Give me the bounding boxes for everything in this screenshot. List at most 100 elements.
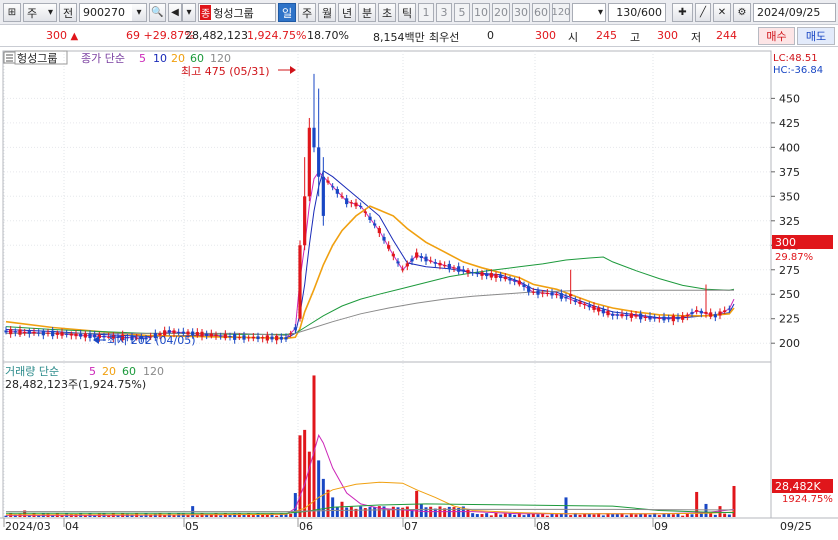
candle-body[interactable] (377, 228, 381, 234)
volume-bar[interactable] (345, 507, 349, 517)
candle-body[interactable] (699, 310, 703, 314)
candle-body[interactable] (643, 316, 647, 318)
candle-body[interactable] (475, 272, 479, 275)
interval-3-button[interactable]: 3 (436, 3, 452, 22)
candle-body[interactable] (452, 267, 456, 269)
candle-body[interactable] (438, 262, 442, 266)
candle-body[interactable] (23, 332, 27, 334)
candle-body[interactable] (471, 272, 475, 274)
candle-body[interactable] (597, 307, 601, 312)
candle-body[interactable] (69, 333, 73, 336)
add-indicator-icon[interactable]: ✚ (672, 3, 693, 22)
candle-body[interactable] (555, 294, 559, 296)
candle-body[interactable] (46, 332, 50, 334)
candle-body[interactable] (727, 308, 731, 310)
volume-bar[interactable] (405, 506, 409, 517)
candle-body[interactable] (331, 186, 335, 188)
chart-area[interactable]: 450425400375350325300275250225200 125,00… (0, 47, 838, 540)
candle-body[interactable] (228, 336, 232, 338)
interval-30-button[interactable]: 30 (512, 3, 530, 22)
count-field[interactable]: 130/600 (608, 3, 666, 22)
volume-bar[interactable] (709, 512, 713, 517)
candle-body[interactable] (172, 330, 176, 334)
candle-body[interactable] (419, 256, 423, 258)
interval-5-button[interactable]: 5 (454, 3, 470, 22)
candle-body[interactable] (65, 333, 69, 335)
candle-body[interactable] (690, 312, 694, 315)
period-second-tab[interactable]: 초 (378, 3, 396, 22)
volume-bar[interactable] (471, 513, 475, 517)
candle-body[interactable] (517, 280, 521, 285)
candle-body[interactable] (410, 258, 414, 262)
candle-body[interactable] (629, 313, 633, 318)
candle-body[interactable] (485, 273, 489, 277)
candle-body[interactable] (429, 260, 433, 262)
candle-body[interactable] (195, 332, 199, 336)
chevron-down-icon[interactable]: ▾ (182, 3, 196, 22)
candle-body[interactable] (345, 198, 349, 205)
candle-body[interactable] (709, 312, 713, 317)
price-legend-entry-5[interactable]: 5 (139, 52, 146, 65)
volume-legend-entry-5[interactable]: 5 (89, 365, 96, 378)
candle-body[interactable] (265, 335, 269, 341)
candle-body[interactable] (18, 329, 22, 335)
candle-body[interactable] (251, 336, 255, 339)
candle-body[interactable] (382, 236, 386, 241)
volume-bar[interactable] (275, 515, 279, 517)
volume-bar[interactable] (545, 515, 549, 517)
volume-bar[interactable] (237, 513, 241, 517)
volume-legend-entry-120[interactable]: 120 (143, 365, 164, 378)
candle-body[interactable] (564, 296, 568, 299)
candle-body[interactable] (671, 315, 675, 322)
candle-body[interactable] (634, 314, 638, 317)
candle-body[interactable] (522, 284, 526, 287)
candle-body[interactable] (508, 278, 512, 281)
volume-bar[interactable] (219, 515, 223, 517)
volume-bar[interactable] (503, 513, 507, 517)
volume-bar[interactable] (368, 507, 372, 517)
candle-body[interactable] (466, 269, 470, 273)
candle-body[interactable] (321, 176, 325, 216)
volume-bar[interactable] (592, 514, 596, 517)
period-minute-tab[interactable]: 분 (358, 3, 376, 22)
candle-body[interactable] (531, 291, 535, 293)
candle-body[interactable] (284, 337, 288, 340)
chart-type-select[interactable]: 주 ▾ (23, 3, 57, 22)
candle-body[interactable] (247, 337, 251, 339)
volume-bar[interactable] (625, 515, 629, 517)
volume-bar[interactable] (615, 514, 619, 517)
candle-body[interactable] (275, 335, 279, 341)
date-input[interactable]: 2024/09/25 (753, 3, 836, 22)
candle-body[interactable] (662, 316, 666, 321)
price-legend-entry-60[interactable]: 60 (190, 52, 204, 65)
candle-body[interactable] (4, 330, 8, 333)
candle-body[interactable] (209, 333, 213, 337)
candle-body[interactable] (340, 196, 344, 198)
candle-body[interactable] (74, 333, 78, 337)
volume-bar[interactable] (513, 514, 517, 517)
candle-body[interactable] (13, 331, 17, 333)
volume-bar[interactable] (667, 513, 671, 517)
volume-bar[interactable] (601, 515, 605, 517)
candle-body[interactable] (681, 315, 685, 320)
volume-bar[interactable] (317, 460, 321, 517)
volume-bar[interactable] (307, 451, 311, 517)
period-week-tab[interactable]: 주 (298, 3, 316, 22)
candle-body[interactable] (93, 334, 97, 338)
candle-body[interactable] (83, 333, 87, 338)
candle-body[interactable] (615, 314, 619, 316)
volume-bar[interactable] (522, 515, 526, 517)
candle-body[interactable] (513, 280, 517, 282)
volume-bar[interactable] (401, 507, 405, 517)
volume-bar[interactable] (349, 506, 353, 517)
candle-body[interactable] (587, 305, 591, 308)
volume-bar[interactable] (671, 514, 675, 517)
volume-bar[interactable] (559, 513, 563, 517)
interval-custom-select[interactable]: ▾ (572, 3, 606, 22)
interval-60-button[interactable]: 60 (532, 3, 550, 22)
candle-body[interactable] (541, 292, 545, 294)
volume-bar[interactable] (727, 514, 731, 517)
candle-body[interactable] (223, 334, 227, 339)
candle-body[interactable] (242, 335, 246, 340)
volume-bar[interactable] (303, 429, 307, 517)
